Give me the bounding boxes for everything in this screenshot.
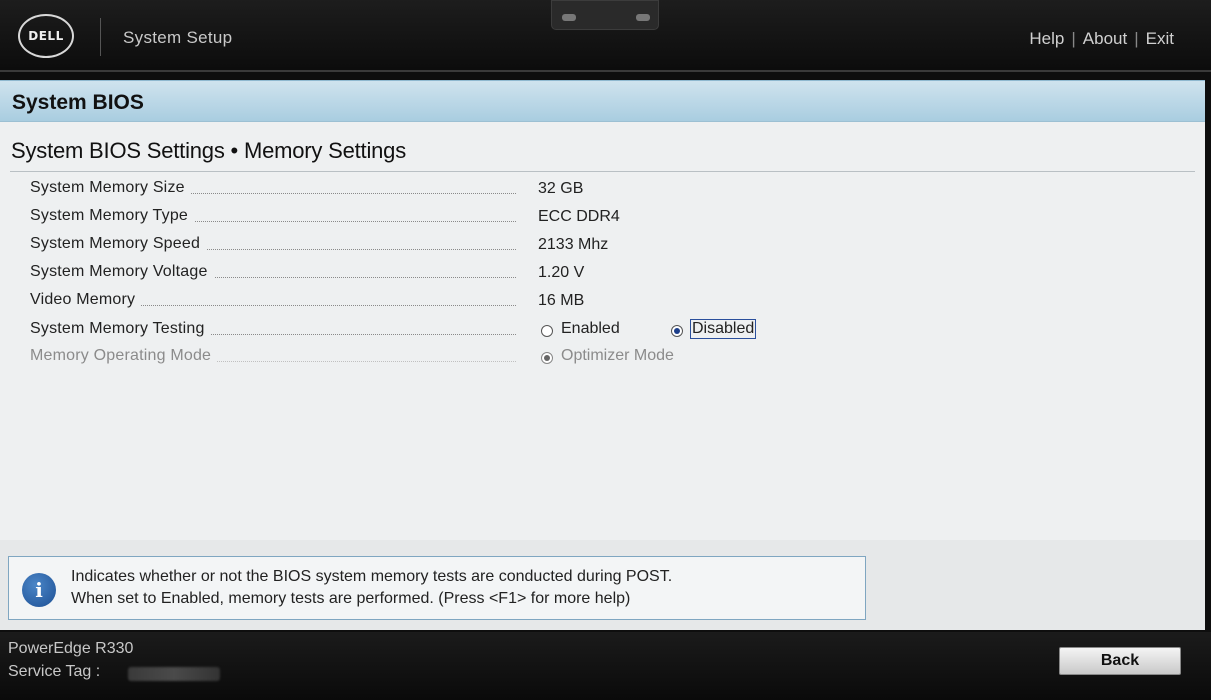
service-tag-label: Service Tag :	[8, 663, 101, 680]
setting-row-memory-size: System Memory Size 32 GB	[30, 179, 930, 203]
setting-label: System Memory Testing	[30, 320, 211, 338]
app-title: System Setup	[123, 28, 233, 47]
link-separator: |	[1134, 29, 1139, 48]
setting-row-memory-speed: System Memory Speed 2133 Mhz	[30, 235, 930, 259]
radio-optimizer-mode	[541, 352, 553, 364]
header-divider	[100, 18, 101, 56]
help-line-2: When set to Enabled, memory tests are pe…	[71, 590, 631, 607]
info-icon: i	[22, 573, 56, 607]
dell-logo: DELL	[18, 14, 74, 58]
main-panel: System BIOS System BIOS Settings • Memor…	[0, 80, 1205, 540]
radio-disabled[interactable]	[671, 325, 683, 337]
radio-enabled-label[interactable]: Enabled	[561, 320, 620, 338]
setting-label: System Memory Size	[30, 179, 191, 197]
page-title: System BIOS Settings • Memory Settings	[11, 138, 407, 163]
setting-value: ECC DDR4	[538, 208, 620, 225]
help-area: i Indicates whether or not the BIOS syst…	[0, 540, 1205, 630]
setting-label: System Memory Speed	[30, 235, 207, 253]
monitor-bezel-notch	[551, 0, 659, 30]
title-divider	[10, 171, 1195, 172]
back-button[interactable]: Back	[1059, 647, 1181, 675]
service-tag-redacted	[128, 667, 220, 681]
setting-value: 2133 Mhz	[538, 236, 609, 253]
radio-enabled[interactable]	[541, 325, 553, 337]
help-text: Indicates whether or not the BIOS system…	[71, 566, 672, 610]
header-links: Help | About | Exit	[1029, 29, 1174, 49]
section-bar: System BIOS	[0, 80, 1205, 122]
setting-value: 16 MB	[538, 292, 585, 309]
setting-row-memory-testing: System Memory Testing Enabled Disabled	[30, 319, 930, 344]
system-model: PowerEdge R330	[8, 640, 134, 657]
setting-label: Video Memory	[30, 291, 142, 309]
top-header: DELL System Setup Help | About | Exit	[0, 0, 1211, 72]
setting-row-memory-type: System Memory Type ECC DDR4	[30, 207, 930, 231]
setting-label: System Memory Voltage	[30, 263, 214, 281]
radio-disabled-label[interactable]: Disabled	[690, 319, 757, 339]
help-line-1: Indicates whether or not the BIOS system…	[71, 568, 673, 585]
radio-optimizer-mode-label: Optimizer Mode	[561, 347, 674, 364]
setting-value: 32 GB	[538, 180, 584, 197]
section-title: System BIOS	[12, 91, 144, 114]
about-link[interactable]: About	[1083, 29, 1127, 49]
setting-value: 1.20 V	[538, 264, 585, 281]
setting-label: Memory Operating Mode	[30, 347, 218, 365]
help-link[interactable]: Help	[1029, 29, 1064, 49]
help-box: i Indicates whether or not the BIOS syst…	[8, 556, 866, 620]
footer-bar: PowerEdge R330 Service Tag : Back	[0, 632, 1211, 700]
link-separator: |	[1071, 29, 1076, 48]
exit-link[interactable]: Exit	[1146, 29, 1174, 49]
setting-label: System Memory Type	[30, 207, 195, 225]
setting-row-memory-operating-mode: Memory Operating Mode Optimizer Mode	[30, 347, 930, 371]
setting-row-memory-voltage: System Memory Voltage 1.20 V	[30, 263, 930, 287]
setting-row-video-memory: Video Memory 16 MB	[30, 291, 930, 315]
